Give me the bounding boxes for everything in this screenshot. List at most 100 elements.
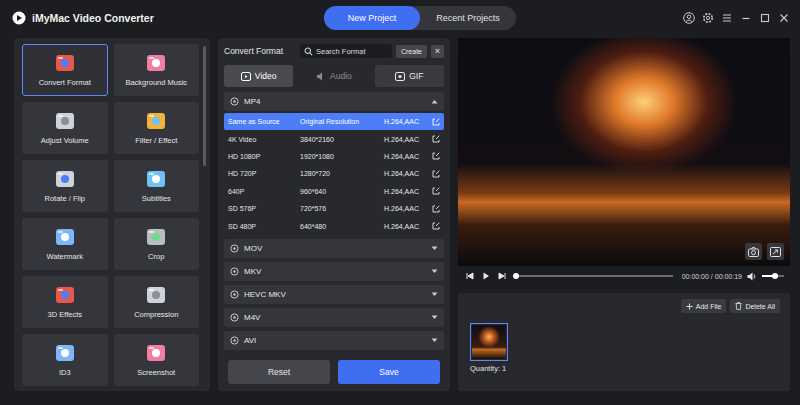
plus-icon xyxy=(686,303,693,310)
save-button[interactable]: Save xyxy=(338,360,440,384)
preset-codec: H.264,AAC xyxy=(384,136,432,143)
next-icon xyxy=(498,272,506,280)
format-icon xyxy=(230,313,239,322)
edit-icon[interactable] xyxy=(432,205,440,213)
edit-icon[interactable] xyxy=(432,135,440,143)
format-tab[interactable]: GIF xyxy=(375,65,444,87)
window-title: iMyMac Video Converter xyxy=(32,12,154,24)
close-panel-button[interactable]: × xyxy=(431,45,444,58)
preset-codec: H.264,AAC xyxy=(384,153,432,160)
search-field[interactable]: Search Format xyxy=(300,44,392,58)
tool-tile[interactable]: ID3 xyxy=(22,334,108,386)
gear-icon[interactable] xyxy=(702,12,714,24)
tool-tile[interactable]: Screenshot xyxy=(114,334,200,386)
preset-row[interactable]: SD 480P 640*480 H.264,AAC xyxy=(224,217,444,234)
format-group-header[interactable]: MOV xyxy=(224,239,444,258)
tool-tile[interactable]: Adjust Volume xyxy=(22,102,108,154)
volume-knob[interactable] xyxy=(772,273,778,279)
format-tab[interactable]: Audio xyxy=(299,65,368,87)
time-display: 00:00:00 / 00:00:19 xyxy=(682,273,742,280)
preset-row[interactable]: Same as Source Original Resolution H.264… xyxy=(224,113,444,130)
delete-all-button[interactable]: Delete All xyxy=(730,299,780,313)
tools-scrollbar[interactable] xyxy=(203,46,206,166)
progress-knob[interactable] xyxy=(513,273,519,279)
next-button[interactable] xyxy=(496,271,507,282)
tool-tile[interactable]: Convert Format xyxy=(22,44,108,96)
format-icon xyxy=(230,267,239,276)
tool-tile[interactable]: Subtitles xyxy=(114,160,200,212)
tool-tile[interactable]: Crop xyxy=(114,218,200,270)
file-actions: Add File Delete All xyxy=(470,299,780,313)
maximize-icon[interactable] xyxy=(759,12,771,24)
preset-row[interactable]: HD 1080P 1920*1080 H.264,AAC xyxy=(224,148,444,165)
tool-label: Crop xyxy=(148,252,164,261)
edit-icon[interactable] xyxy=(432,152,440,160)
preset-row[interactable]: 4K Video 3840*2160 H.264,AAC xyxy=(224,130,444,147)
preset-row[interactable]: HD 720P 1280*720 H.264,AAC xyxy=(224,165,444,182)
tool-tile[interactable]: Rotate / Flip xyxy=(22,160,108,212)
screenshot-icon xyxy=(145,343,167,363)
tool-tile[interactable]: Background Music xyxy=(114,44,200,96)
tool-tile[interactable]: Compression xyxy=(114,276,200,328)
preset-row[interactable]: 640P 960*640 H.264,AAC xyxy=(224,183,444,200)
format-tabs: Video Audio GIF xyxy=(224,65,444,87)
preset-resolution: 640*480 xyxy=(300,223,384,230)
file-thumbnail[interactable] xyxy=(470,323,508,361)
menu-icon[interactable] xyxy=(721,12,733,24)
edit-icon[interactable] xyxy=(432,170,440,178)
fullscreen-button[interactable] xyxy=(767,243,784,260)
edit-icon[interactable] xyxy=(432,187,440,195)
project-tab[interactable]: Recent Projects xyxy=(420,6,516,30)
snapshot-button[interactable] xyxy=(745,243,762,260)
format-panel-title: Convert Format xyxy=(224,46,296,56)
tool-label: ID3 xyxy=(59,368,71,377)
fullscreen-icon xyxy=(770,247,781,257)
format-tab[interactable]: Video xyxy=(224,65,293,87)
filter-effect-icon xyxy=(145,111,167,131)
crop-icon xyxy=(145,227,167,247)
tool-tile[interactable]: Filter / Effect xyxy=(114,102,200,154)
create-button[interactable]: Create xyxy=(396,45,427,58)
format-panel-header: Convert Format Search Format Create × xyxy=(224,42,444,60)
previous-button[interactable] xyxy=(464,271,475,282)
tool-label: Adjust Volume xyxy=(41,136,89,145)
preset-list: Same as Source Original Resolution H.264… xyxy=(224,111,444,235)
preset-codec: H.264,AAC xyxy=(384,188,432,195)
collapse-icon xyxy=(431,99,438,104)
tool-tile[interactable]: Watermark xyxy=(22,218,108,270)
tool-tile[interactable]: 3D Effects xyxy=(22,276,108,328)
progress-slider[interactable] xyxy=(516,275,673,277)
app-window: iMyMac Video Converter New ProjectRecent… xyxy=(0,0,800,405)
adjust-volume-icon xyxy=(54,111,76,131)
volume-slider[interactable] xyxy=(762,275,784,277)
preset-row[interactable]: SD 576P 720*576 H.264,AAC xyxy=(224,200,444,217)
format-group-header[interactable]: M4V xyxy=(224,308,444,327)
tool-label: Background Music xyxy=(125,78,187,87)
preset-name: HD 1080P xyxy=(228,153,300,160)
format-groups: MP4 Same as Source Original Resolution H… xyxy=(224,92,444,355)
play-button[interactable] xyxy=(480,271,491,282)
3d-effects-icon xyxy=(54,285,76,305)
project-tab[interactable]: New Project xyxy=(324,6,420,30)
edit-icon[interactable] xyxy=(432,118,440,126)
user-icon[interactable] xyxy=(683,12,695,24)
add-file-button[interactable]: Add File xyxy=(681,299,727,313)
minimize-icon[interactable] xyxy=(740,12,752,24)
format-group-header[interactable]: MP4 xyxy=(224,92,444,111)
volume-icon[interactable] xyxy=(747,272,757,281)
reset-button[interactable]: Reset xyxy=(228,360,330,384)
edit-icon[interactable] xyxy=(432,222,440,230)
format-group-header[interactable]: MKV xyxy=(224,262,444,281)
close-icon[interactable] xyxy=(778,12,790,24)
expand-icon xyxy=(431,338,438,343)
compression-icon xyxy=(145,285,167,305)
format-tab-label: GIF xyxy=(409,71,423,81)
format-group-header[interactable]: HEVC MKV xyxy=(224,285,444,304)
format-group-name: M4V xyxy=(244,313,426,322)
tool-label: Compression xyxy=(134,310,178,319)
format-group-name: HEVC MKV xyxy=(244,290,426,299)
format-group-header[interactable]: AVI xyxy=(224,331,444,350)
preset-name: Same as Source xyxy=(228,118,300,125)
tool-label: Filter / Effect xyxy=(135,136,177,145)
preset-name: 640P xyxy=(228,188,300,195)
